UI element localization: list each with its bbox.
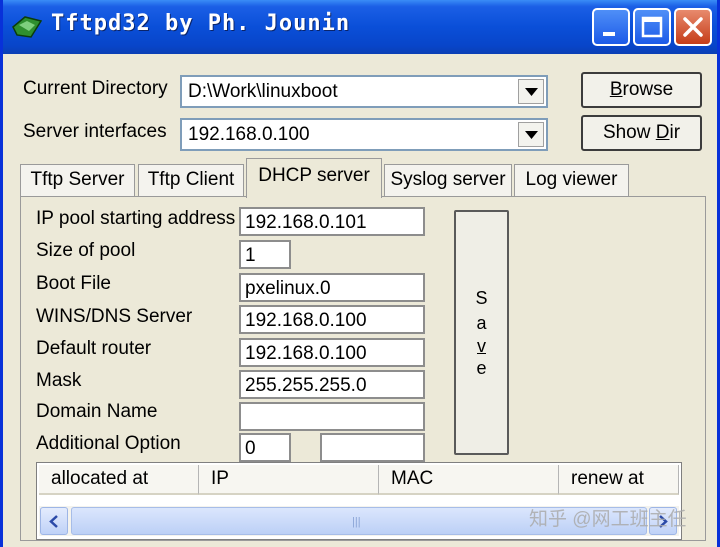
additional-option-number-input[interactable]: 0 xyxy=(239,433,291,462)
app-window: Tftpd32 by Ph. Jounin Current Directory … xyxy=(0,0,720,547)
close-icon xyxy=(683,17,703,37)
maximize-button[interactable] xyxy=(633,8,671,46)
chevron-left-icon xyxy=(49,515,58,528)
save-letter: e xyxy=(476,358,487,378)
wins-dns-input[interactable]: 192.168.0.100 xyxy=(239,305,425,334)
size-of-pool-input[interactable]: 1 xyxy=(239,240,291,269)
additional-option-value-input[interactable] xyxy=(320,433,425,462)
close-button[interactable] xyxy=(674,8,712,46)
column-header-ip[interactable]: IP xyxy=(199,465,379,495)
current-directory-label: Current Directory xyxy=(23,78,168,99)
watermark: 知乎 @网工班主任 xyxy=(529,509,687,530)
browse-button[interactable]: Browse xyxy=(581,72,702,108)
domain-name-input[interactable] xyxy=(239,402,425,431)
chevron-down-icon xyxy=(525,88,538,96)
column-header-allocated-at[interactable]: allocated at xyxy=(39,465,199,495)
window-title: Tftpd32 by Ph. Jounin xyxy=(51,11,351,36)
save-letter: S xyxy=(475,288,488,308)
mask-input[interactable]: 255.255.255.0 xyxy=(239,370,425,399)
save-button[interactable]: S a v e xyxy=(454,210,509,455)
minimize-icon xyxy=(603,32,615,36)
save-letter: v xyxy=(477,336,486,356)
current-directory-combo[interactable]: D:\Work\linuxboot xyxy=(180,75,548,108)
show-dir-prefix: Show xyxy=(602,122,656,143)
server-interfaces-dropdown-button[interactable] xyxy=(518,122,544,147)
boot-file-label: Boot File xyxy=(36,273,111,294)
column-header-renew-at[interactable]: renew at xyxy=(559,465,679,495)
size-of-pool-label: Size of pool xyxy=(36,240,136,261)
server-interfaces-label: Server interfaces xyxy=(23,121,167,142)
column-header-mac[interactable]: MAC xyxy=(379,465,559,495)
show-dir-suffix: ir xyxy=(669,122,681,143)
additional-option-label: Additional Option xyxy=(36,433,181,454)
boot-file-input[interactable]: pxelinux.0 xyxy=(239,273,425,302)
scroll-grip: ||| xyxy=(352,516,361,528)
browse-label: rowse xyxy=(622,79,674,100)
title-bar[interactable]: Tftpd32 by Ph. Jounin xyxy=(3,0,717,54)
mask-label: Mask xyxy=(36,370,82,391)
save-letter: a xyxy=(476,313,487,333)
default-router-input[interactable]: 192.168.0.100 xyxy=(239,338,425,367)
minimize-button[interactable] xyxy=(592,8,630,46)
maximize-icon xyxy=(641,16,663,38)
current-directory-dropdown-button[interactable] xyxy=(518,79,544,104)
domain-name-label: Domain Name xyxy=(36,401,158,422)
default-router-label: Default router xyxy=(36,338,152,359)
ip-pool-label: IP pool starting address xyxy=(36,208,236,229)
tab-dhcp-server[interactable]: DHCP server xyxy=(246,158,382,198)
tab-syslog-server[interactable]: Syslog server xyxy=(384,164,512,196)
tab-log-viewer[interactable]: Log viewer xyxy=(514,164,629,196)
chevron-down-icon xyxy=(525,131,538,139)
browse-mnemonic: B xyxy=(609,79,623,100)
show-dir-mnemonic: D xyxy=(655,122,670,143)
server-interfaces-combo[interactable]: 192.168.0.100 xyxy=(180,118,548,151)
app-icon xyxy=(12,16,43,38)
tab-tftp-client[interactable]: Tftp Client xyxy=(138,164,244,196)
show-dir-button[interactable]: Show Dir xyxy=(581,115,702,151)
scroll-left-button[interactable] xyxy=(40,507,68,535)
server-interfaces-value: 192.168.0.100 xyxy=(188,124,310,145)
current-directory-value: D:\Work\linuxboot xyxy=(188,81,338,102)
ip-pool-input[interactable]: 192.168.0.101 xyxy=(239,207,425,236)
wins-dns-label: WINS/DNS Server xyxy=(36,306,193,327)
tab-tftp-server[interactable]: Tftp Server xyxy=(20,164,135,196)
